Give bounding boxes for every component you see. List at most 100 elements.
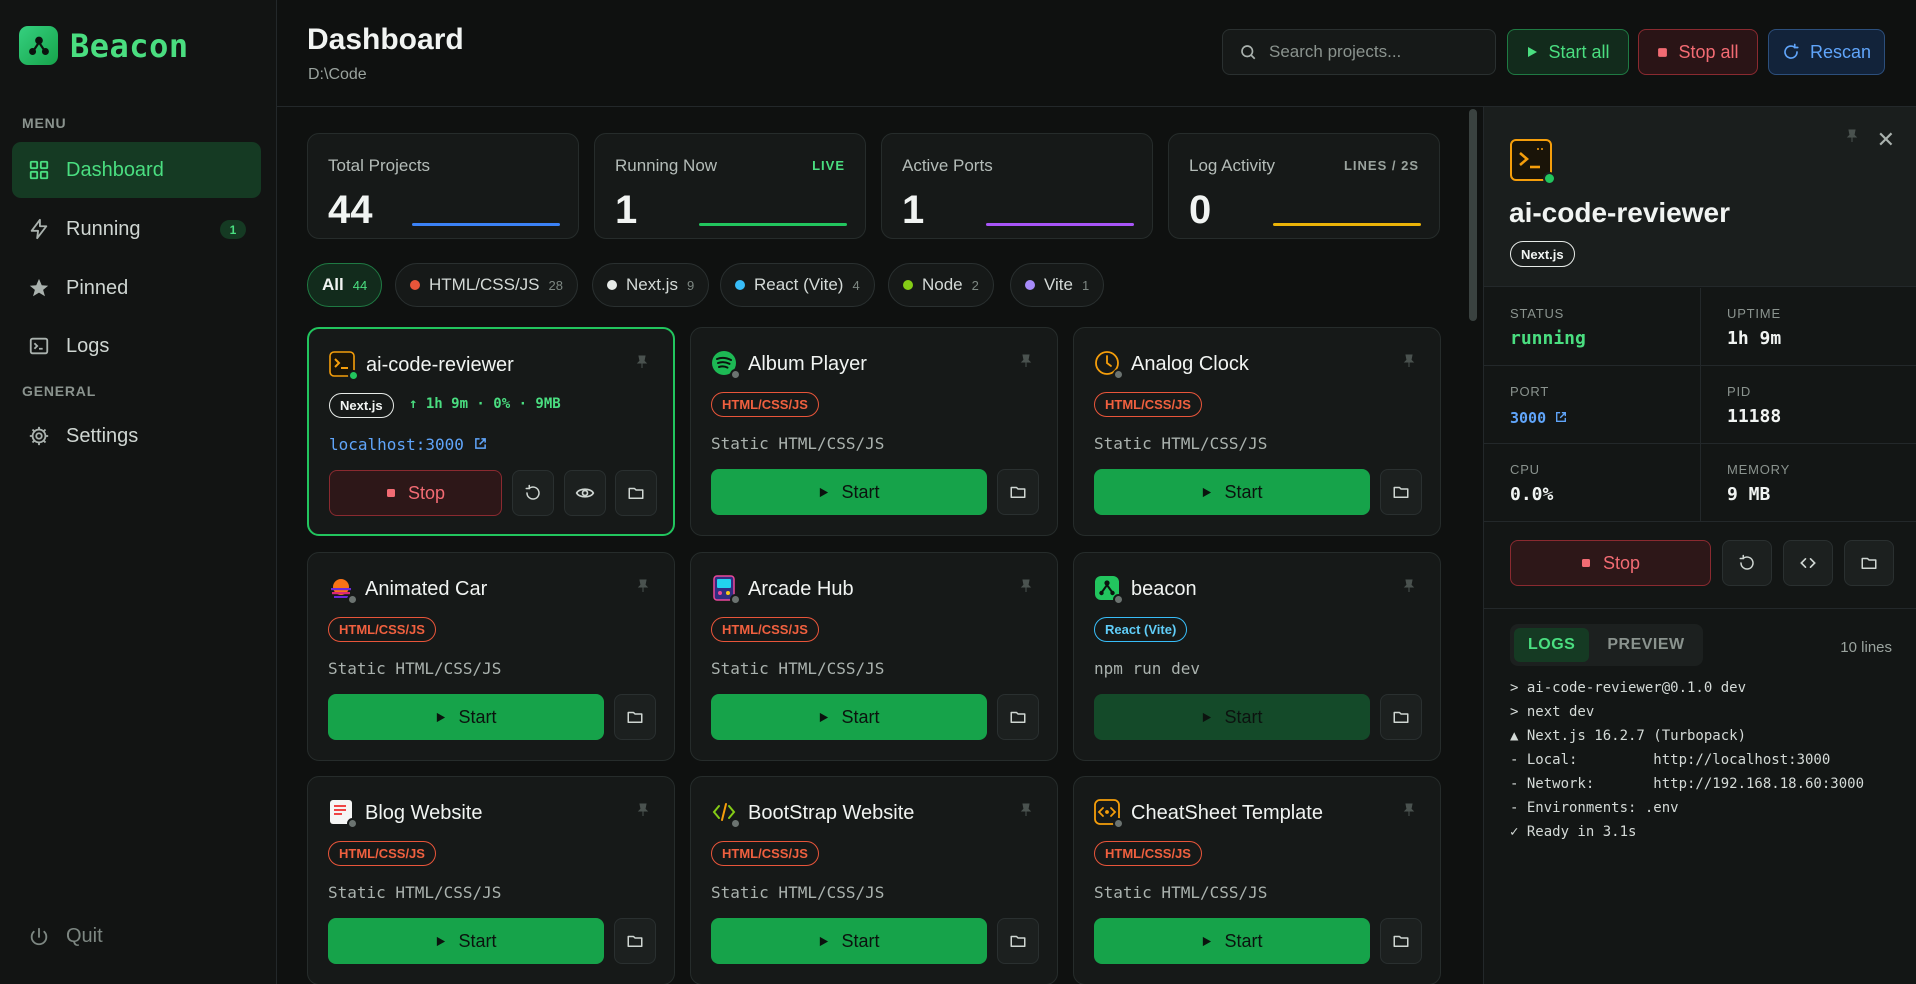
restart-icon: [1739, 554, 1754, 570]
project-card[interactable]: Analog Clock HTML/CSS/JS Static HTML/CSS…: [1073, 327, 1441, 536]
pin-icon[interactable]: [1402, 354, 1416, 368]
pin-icon[interactable]: [1019, 803, 1033, 817]
running-status-dot: [1543, 172, 1556, 185]
log-line: > next dev: [1510, 704, 1595, 720]
sidebar-item-pinned[interactable]: Pinned: [12, 260, 261, 316]
pin-icon[interactable]: [1019, 354, 1033, 368]
pin-icon[interactable]: [1402, 803, 1416, 817]
filter-vite[interactable]: Vite 1: [1010, 263, 1105, 307]
project-card[interactable]: Album Player HTML/CSS/JS Static HTML/CSS…: [690, 327, 1058, 536]
open-folder-button[interactable]: [1380, 694, 1422, 740]
pin-icon[interactable]: [1402, 579, 1416, 593]
metric-port: PORT 3000: [1484, 366, 1700, 444]
open-folder-button[interactable]: [997, 694, 1039, 740]
rescan-button[interactable]: Rescan: [1768, 29, 1885, 75]
main-scrollbar[interactable]: [1469, 109, 1477, 321]
start-all-button[interactable]: Start all: [1507, 29, 1629, 75]
panel-open-code-button[interactable]: [1783, 540, 1833, 586]
project-card[interactable]: Blog Website HTML/CSS/JS Static HTML/CSS…: [307, 776, 675, 984]
sidebar-item-label: Logs: [66, 334, 110, 357]
search-icon: [1241, 45, 1256, 60]
panel-restart-button[interactable]: [1722, 540, 1772, 586]
project-card[interactable]: CheatSheet Template HTML/CSS/JS Static H…: [1073, 776, 1441, 984]
pin-icon[interactable]: [1845, 129, 1859, 143]
project-card[interactable]: ai-code-reviewer Next.js ↑ 1h 9m · 0% · …: [307, 327, 675, 536]
search-box[interactable]: [1222, 29, 1496, 75]
start-button[interactable]: Start: [328, 694, 604, 740]
chip-count: 9: [686, 277, 695, 293]
open-folder-button[interactable]: [614, 694, 656, 740]
play-icon: [820, 936, 829, 946]
project-command: Static HTML/CSS/JS: [1094, 434, 1268, 453]
localhost-link[interactable]: localhost:3000: [329, 435, 487, 454]
port-link[interactable]: 3000: [1510, 409, 1567, 427]
filter-react-vite[interactable]: React (Vite) 4: [720, 263, 875, 307]
project-card[interactable]: beacon React (Vite) npm run dev Start: [1073, 552, 1441, 761]
restart-icon: [525, 484, 540, 500]
panel-stop-button[interactable]: Stop: [1510, 540, 1711, 586]
arcade-icon: [711, 575, 741, 605]
start-button[interactable]: Start: [711, 469, 987, 515]
open-folder-button[interactable]: [997, 469, 1039, 515]
open-folder-button[interactable]: [615, 470, 657, 516]
brand[interactable]: Beacon: [19, 26, 189, 65]
filter-all[interactable]: All 44: [307, 263, 383, 307]
terminal-icon: [329, 351, 359, 381]
tab-preview[interactable]: PREVIEW: [1593, 628, 1698, 662]
start-button[interactable]: Start: [328, 918, 604, 964]
open-folder-button[interactable]: [1380, 918, 1422, 964]
filter-nextjs[interactable]: Next.js 9: [592, 263, 710, 307]
stat-total-projects: Total Projects 44: [307, 133, 579, 239]
pin-icon[interactable]: [1019, 579, 1033, 593]
project-card[interactable]: BootStrap Website HTML/CSS/JS Static HTM…: [690, 776, 1058, 984]
search-input[interactable]: [1269, 42, 1479, 62]
project-command: npm run dev: [1094, 659, 1200, 678]
button-label: Start: [841, 930, 880, 951]
chip-count: 1: [1082, 277, 1090, 293]
pin-icon[interactable]: [635, 355, 649, 369]
stop-all-label: Stop all: [1678, 41, 1739, 62]
start-button[interactable]: Start: [711, 694, 987, 740]
stat-active-ports: Active Ports 1: [881, 133, 1153, 239]
close-icon[interactable]: ✕: [1877, 127, 1895, 153]
metric-label: UPTIME: [1727, 306, 1781, 321]
sidebar-item-logs[interactable]: Logs: [12, 318, 261, 374]
stop-all-button[interactable]: Stop all: [1638, 29, 1758, 75]
pin-icon[interactable]: [636, 579, 650, 593]
project-card[interactable]: Arcade Hub HTML/CSS/JS Static HTML/CSS/J…: [690, 552, 1058, 761]
sidebar-item-settings[interactable]: Settings: [12, 408, 261, 464]
play-icon: [437, 712, 446, 722]
project-card[interactable]: Animated Car HTML/CSS/JS Static HTML/CSS…: [307, 552, 675, 761]
start-button[interactable]: Start: [1094, 469, 1370, 515]
stat-label: Log Activity: [1189, 156, 1275, 175]
preview-button[interactable]: [564, 470, 606, 516]
start-button[interactable]: Start: [1094, 918, 1370, 964]
stat-value: 0: [1189, 188, 1212, 232]
open-folder-button[interactable]: [1380, 469, 1422, 515]
terminal-icon: [29, 337, 49, 355]
log-line: - Network: http://192.168.18.60:3000: [1510, 776, 1865, 792]
pin-icon[interactable]: [636, 803, 650, 817]
stop-button[interactable]: Stop: [329, 470, 502, 516]
sidebar-item-running[interactable]: Running 1: [12, 201, 261, 257]
code-icon: [1800, 558, 1816, 568]
project-command: Static HTML/CSS/JS: [711, 659, 885, 678]
panel-open-folder-button[interactable]: [1844, 540, 1894, 586]
stopped-status-dot: [347, 594, 358, 605]
filter-html-css-js[interactable]: HTML/CSS/JS 28: [395, 263, 578, 307]
start-button[interactable]: Start: [711, 918, 987, 964]
live-tag: LIVE: [812, 158, 845, 173]
framework-badge: Next.js: [1510, 241, 1575, 267]
framework-badge: HTML/CSS/JS: [1094, 841, 1202, 866]
sidebar-item-dashboard[interactable]: Dashboard: [12, 142, 261, 198]
open-folder-button[interactable]: [614, 918, 656, 964]
restart-button[interactable]: [512, 470, 554, 516]
play-icon: [1203, 712, 1212, 722]
start-button[interactable]: Start: [1094, 694, 1370, 740]
tab-logs[interactable]: LOGS: [1514, 628, 1590, 662]
metric-memory: MEMORY 9 MB: [1700, 444, 1916, 522]
open-folder-button[interactable]: [997, 918, 1039, 964]
filter-node[interactable]: Node 2: [888, 263, 994, 307]
color-dot: [735, 280, 745, 290]
quit-button[interactable]: Quit: [28, 925, 103, 948]
